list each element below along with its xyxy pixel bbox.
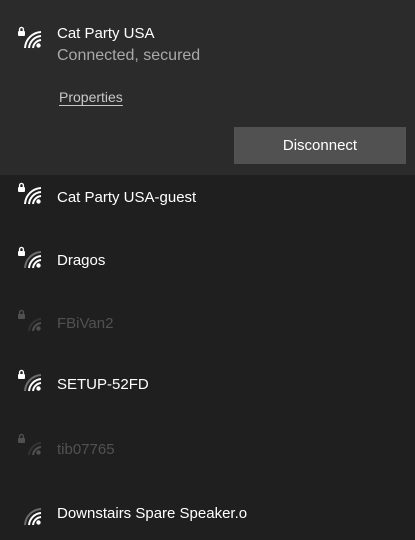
wifi-network-list: Cat Party USA Connected, secured Propert… <box>0 0 415 540</box>
properties-link[interactable]: Properties <box>59 89 123 105</box>
network-name: Dragos <box>57 252 106 269</box>
wifi-secured-icon <box>17 25 43 49</box>
network-name: SETUP-52FD <box>57 376 149 393</box>
network-item[interactable]: tib07765 <box>0 422 415 482</box>
network-item[interactable]: Cat Party USA-guest <box>0 175 415 235</box>
network-name: FBiVan2 <box>57 315 114 332</box>
network-item[interactable]: FBiVan2 <box>0 298 415 358</box>
wifi-secured-icon <box>17 308 43 332</box>
connected-network[interactable]: Cat Party USA Connected, secured Propert… <box>0 0 415 175</box>
connected-network-name: Cat Party USA <box>57 25 155 42</box>
network-name: Downstairs Spare Speaker.o <box>57 505 248 522</box>
network-item[interactable]: Dragos <box>0 237 415 297</box>
network-item[interactable]: Downstairs Spare Speaker.o <box>0 484 415 540</box>
disconnect-button[interactable]: Disconnect <box>234 127 406 164</box>
connection-status: Connected, secured <box>57 47 201 64</box>
network-name: tib07765 <box>57 441 115 458</box>
wifi-secured-icon <box>17 181 43 205</box>
network-name: Cat Party USA-guest <box>57 189 197 206</box>
wifi-open-icon <box>17 502 43 526</box>
wifi-secured-icon <box>17 245 43 269</box>
wifi-secured-icon <box>17 432 43 456</box>
network-item[interactable]: SETUP-52FD <box>0 360 415 420</box>
wifi-secured-icon <box>17 368 43 392</box>
